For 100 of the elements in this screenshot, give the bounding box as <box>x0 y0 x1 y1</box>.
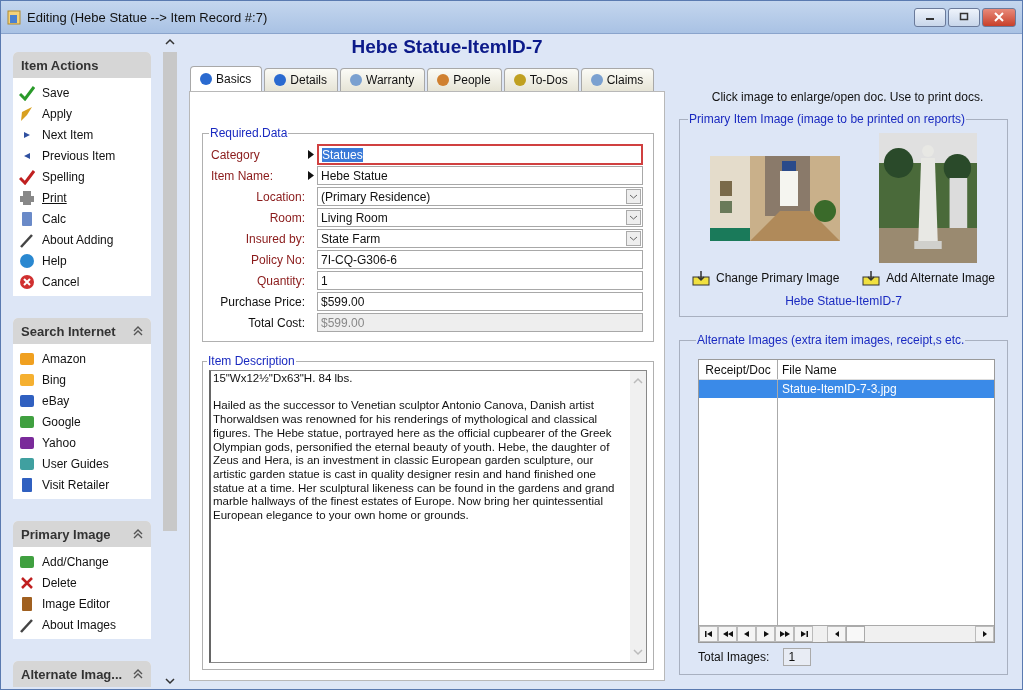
tile-icon <box>19 371 35 388</box>
sidebar-link[interactable]: Previous Item <box>42 148 116 163</box>
pointer-icon <box>308 171 314 180</box>
column-header[interactable]: Receipt/Doc <box>699 360 778 379</box>
tile-icon <box>19 413 35 430</box>
tab[interactable]: Claims <box>580 68 655 91</box>
check-icon <box>19 84 35 101</box>
field-label: Item Name: <box>211 168 274 183</box>
nextpage-icon <box>778 630 791 638</box>
folder-icon <box>7 9 21 25</box>
tab[interactable]: People <box>427 68 502 91</box>
sidebar-link[interactable]: Add/Change <box>42 554 109 569</box>
sidebar-link[interactable]: Save <box>42 85 70 100</box>
sidebar-link[interactable]: eBay <box>42 393 70 408</box>
collapse-icon[interactable] <box>133 529 143 539</box>
tile-icon <box>19 392 35 409</box>
panel-header[interactable]: Alternate Imag... <box>13 661 151 687</box>
next-button[interactable] <box>756 626 775 642</box>
collapse-icon[interactable] <box>133 326 143 336</box>
tab[interactable]: Warranty <box>340 68 426 91</box>
nextpage-button[interactable] <box>775 626 794 642</box>
tab[interactable]: To-Dos <box>503 68 579 91</box>
horizontal-scrollbar[interactable] <box>827 626 994 642</box>
sidebar-link[interactable]: Delete <box>42 575 77 590</box>
scroll-up-icon[interactable] <box>165 38 175 46</box>
tab[interactable]: Details <box>264 68 339 91</box>
table-cell-text: Statue-ItemID-7-3.jpg <box>781 381 898 398</box>
panel-title: Item Actions <box>21 57 99 73</box>
panel-title: Alternate Imag... <box>21 666 123 682</box>
sidebar-link[interactable]: Google <box>42 414 81 429</box>
collapse-icon[interactable] <box>133 669 143 679</box>
cancel-icon <box>19 273 35 290</box>
tab[interactable]: Basics <box>190 66 263 91</box>
sidebar-link[interactable]: Bing <box>42 372 67 387</box>
column-header[interactable]: File Name <box>778 360 994 379</box>
sidebar-link[interactable]: Calc <box>42 211 66 226</box>
table-row[interactable]: Statue-ItemID-7-3.jpg <box>699 380 994 398</box>
field-label: Insured by: <box>244 231 305 246</box>
scroll-right-button[interactable] <box>975 626 994 642</box>
dropdown-field[interactable]: (Primary Residence) <box>317 187 643 206</box>
prev-button[interactable] <box>737 626 756 642</box>
panel-title: Primary Image <box>21 526 111 542</box>
sidebar-link[interactable]: Apply <box>42 106 73 121</box>
input-field[interactable]: Hebe Statue <box>317 166 643 185</box>
sidebar-link[interactable]: About Adding <box>42 232 114 247</box>
first-icon <box>702 630 715 638</box>
close-icon <box>994 12 1004 22</box>
description-field[interactable]: 15"Wx12½"Dx63"H. 84 lbs. Hailed as the successor to Venetian sculptor Antonio Canova, Danish artist Thorwaldsen was renowned for his renderings of mythological and classical figures. The Hebe statue, portrayed here as the official cupbearer of the Greek Olympian gods, personified the eternal beauty of youth. Hebe, the daughter of Zeus and Hera, is an investment in classic European garden sculpture, our artistic garden statue is cast in quality designer resin and hand finished one statue at a time. Her sculptural likeness can be found in the gardens and grand marble hallways of the finest estates of Europe. Now bring her quintessential European elegance to your own home or grounds. <box>209 370 647 663</box>
tile-icon <box>19 434 35 451</box>
first-button[interactable] <box>699 626 718 642</box>
input-field[interactable]: 7I-CQ-G306-6 <box>317 250 643 269</box>
sidebar-link[interactable]: Next Item <box>42 127 94 142</box>
sidebar-link[interactable]: Print <box>42 190 67 205</box>
maximize-icon <box>959 12 969 22</box>
group-legend: Alternate Images (extra item images, receipt,s etc. <box>696 333 966 347</box>
prevpage-icon <box>721 630 734 638</box>
sidebar-link[interactable]: Spelling <box>42 169 85 184</box>
group-legend: Primary Item Image (image to be printed on reports) <box>688 112 967 126</box>
input-field[interactable]: Statues <box>317 144 643 165</box>
hint-text: Click image to enlarge/open doc. Use to print docs. <box>710 90 985 104</box>
window-title: Editing (Hebe Statue --> Item Record #:7) <box>27 9 268 25</box>
group-legend: Item Description <box>207 354 296 368</box>
panel-header[interactable]: Primary Image <box>13 521 151 547</box>
sidebar-link[interactable]: Amazon <box>42 351 87 366</box>
image-button[interactable]: Add Alternate Image <box>860 270 997 286</box>
total-label: Total Images: <box>698 650 770 664</box>
minimize-button[interactable] <box>914 7 946 27</box>
record-heading: Hebe Statue-ItemID-7 <box>350 35 544 59</box>
tile-icon <box>19 350 35 367</box>
input-field[interactable]: 1 <box>317 271 643 290</box>
prevpage-button[interactable] <box>718 626 737 642</box>
scroll-thumb[interactable] <box>846 626 865 642</box>
last-button[interactable] <box>794 626 813 642</box>
field-label: Total Cost: <box>247 315 305 330</box>
panel-title: Search Internet <box>21 323 116 339</box>
pointer-icon <box>308 150 314 159</box>
field-label: Room: <box>268 210 305 225</box>
sidebar-link[interactable]: Cancel <box>42 274 80 289</box>
dropdown-field[interactable]: State Farm <box>317 229 643 248</box>
image-button[interactable]: Change Primary Image <box>690 270 842 286</box>
delete-icon <box>19 574 35 591</box>
sidebar-link[interactable]: About Images <box>42 617 117 632</box>
image-caption: Hebe Statue-ItemID-7 <box>784 293 903 310</box>
tray-icon <box>692 270 710 286</box>
close-button[interactable] <box>982 7 1016 27</box>
input-field[interactable]: $599.00 <box>317 292 643 311</box>
sidebar-link[interactable]: Help <box>42 253 67 268</box>
scroll-left-button[interactable] <box>827 626 846 642</box>
right-arrow-icon <box>980 630 989 638</box>
group-legend: Required.Data <box>209 126 289 140</box>
field-label: Policy No: <box>249 252 305 267</box>
scroll-down-icon[interactable] <box>165 677 175 685</box>
sidebar-link[interactable]: User Guides <box>42 456 109 471</box>
panel-header[interactable]: Search Internet <box>13 318 151 344</box>
sidebar-link[interactable]: Yahoo <box>42 435 76 450</box>
panel-header[interactable]: Item Actions <box>13 52 151 78</box>
dropdown-field[interactable]: Living Room <box>317 208 643 227</box>
maximize-button[interactable] <box>948 7 980 27</box>
sidebar-link[interactable]: Image Editor <box>42 596 111 611</box>
sidebar-link[interactable]: Visit Retailer <box>42 477 110 492</box>
